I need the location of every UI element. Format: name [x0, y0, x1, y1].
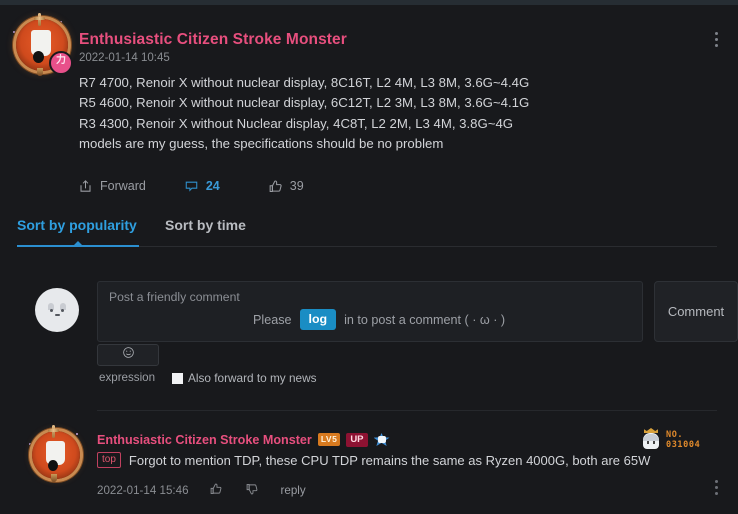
- post-body: R7 4700, Renoir X without nuclear displa…: [79, 73, 689, 154]
- avatar-pendant-badge-icon: 力: [49, 51, 73, 75]
- dot-icon: [714, 32, 718, 35]
- avatar-character: [46, 441, 65, 471]
- comment-bubble-icon: [184, 179, 199, 194]
- forward-button[interactable]: Forward: [78, 179, 146, 194]
- forward-label: Forward: [100, 179, 146, 193]
- emoji-picker-button[interactable]: [97, 344, 159, 366]
- sparkle-icon: [76, 433, 78, 435]
- emoji-picker-label: expression: [99, 371, 156, 384]
- sparkle-icon: [60, 21, 62, 23]
- avatar-ornament-bottom-icon: [51, 474, 57, 482]
- comment-input[interactable]: Post a friendly comment Please log in to…: [97, 281, 643, 342]
- avatar-mouth-icon: [55, 314, 60, 316]
- comment-author-name[interactable]: Enthusiastic Citizen Stroke Monster: [97, 433, 312, 447]
- comment-input-placeholder: Post a friendly comment: [109, 290, 240, 304]
- post-more-options-button[interactable]: [708, 32, 724, 50]
- dot-icon: [714, 486, 718, 489]
- avatar-face: [46, 303, 68, 317]
- post-detail-page: 力 Enthusiastic Citizen Stroke Monster 20…: [0, 0, 738, 514]
- also-forward-checkbox[interactable]: Also forward to my news: [172, 371, 317, 385]
- comment-header: Enthusiastic Citizen Stroke Monster LV5 …: [97, 432, 390, 447]
- user-number-badge: NO. 031004: [640, 428, 700, 452]
- sparkle-icon: [29, 443, 31, 445]
- avatar-ornament-top-icon: [34, 13, 45, 26]
- dot-icon: [714, 44, 718, 47]
- post-line: R5 4600, Renoir X without nuclear displa…: [79, 95, 530, 111]
- tab-sort-by-time[interactable]: Sort by time: [165, 217, 246, 233]
- dot-icon: [714, 38, 718, 41]
- active-tab-underline: [17, 245, 139, 247]
- login-prompt-prefix: Please: [253, 312, 292, 327]
- avatar-eye-icon: [61, 309, 64, 312]
- post-timestamp: 2022-01-14 10:45: [79, 52, 170, 64]
- comment-count-button[interactable]: 24: [184, 179, 220, 194]
- comment-sort-tabs: Sort by popularity Sort by time: [17, 217, 717, 251]
- comment-author-avatar[interactable]: [28, 425, 86, 485]
- tab-sort-by-popularity[interactable]: Sort by popularity: [17, 217, 137, 233]
- thumbs-up-icon: [268, 179, 283, 194]
- avatar-ornament-top-icon: [48, 425, 59, 438]
- avatar-ornament-bottom-icon: [37, 68, 43, 76]
- user-number-text: NO. 031004: [666, 430, 700, 450]
- comment-count: 24: [205, 179, 220, 193]
- also-forward-label: Also forward to my news: [188, 371, 317, 385]
- submit-comment-button[interactable]: Comment: [654, 281, 738, 342]
- mascot-eye: [647, 441, 649, 444]
- post-line: R7 4700, Renoir X without nuclear displa…: [79, 75, 530, 90]
- like-button[interactable]: 39: [268, 179, 304, 194]
- post-author-avatar[interactable]: 力: [12, 13, 73, 76]
- mascot-icon: [640, 428, 662, 452]
- comment-more-options-button[interactable]: [708, 480, 724, 498]
- dot-icon: [714, 492, 718, 495]
- avatar-character: [31, 30, 51, 63]
- comment-thumbs-up-icon[interactable]: [209, 482, 223, 499]
- reply-button[interactable]: reply: [281, 484, 306, 497]
- comment-text: Forgot to mention TDP, these CPU TDP rem…: [128, 452, 651, 468]
- top-comment-badge: top: [97, 452, 121, 468]
- login-button[interactable]: log: [299, 309, 337, 330]
- mascot-eye: [653, 441, 655, 444]
- user-number-label: NO.: [666, 430, 684, 440]
- sparkle-icon: [68, 45, 70, 47]
- login-prompt: Please log in to post a comment ( · ω · …: [253, 309, 505, 330]
- up-badge: UP: [346, 432, 368, 447]
- star-inner: [377, 436, 386, 443]
- dot-icon: [714, 480, 718, 483]
- forward-icon: [78, 179, 93, 194]
- current-user-avatar[interactable]: [35, 288, 79, 332]
- comments-divider: [97, 410, 717, 411]
- post-author-name[interactable]: Enthusiastic Citizen Stroke Monster: [79, 31, 347, 49]
- checkbox-box-icon: [172, 372, 183, 384]
- sparkle-icon: [13, 31, 15, 33]
- login-prompt-suffix: in to post a comment ( · ω · ): [344, 312, 506, 327]
- like-count: 39: [289, 179, 304, 193]
- avatar-eye-icon: [50, 309, 53, 312]
- avatar-image: [32, 431, 80, 479]
- fan-star-badge-icon: [373, 432, 390, 447]
- post-line: models are my guess, the specifications …: [79, 135, 444, 151]
- comment-thumbs-down-icon[interactable]: [245, 482, 259, 499]
- level-badge: LV5: [317, 433, 341, 446]
- post-line: R3 4300, Renoir X without Nuclear displa…: [79, 115, 514, 131]
- active-tab-arrow-icon: [74, 241, 82, 245]
- post-action-bar: Forward 24 39: [78, 173, 304, 199]
- comment-footer: 2022-01-14 15:46 reply: [97, 482, 306, 499]
- mascot-hair: [643, 434, 659, 441]
- comment-body: top Forgot to mention TDP, these CPU TDP…: [97, 452, 650, 468]
- user-number-value: 031004: [666, 440, 701, 450]
- comment-timestamp: 2022-01-14 15:46: [97, 484, 189, 497]
- smiley-icon: [122, 346, 135, 364]
- top-strip: [0, 0, 738, 5]
